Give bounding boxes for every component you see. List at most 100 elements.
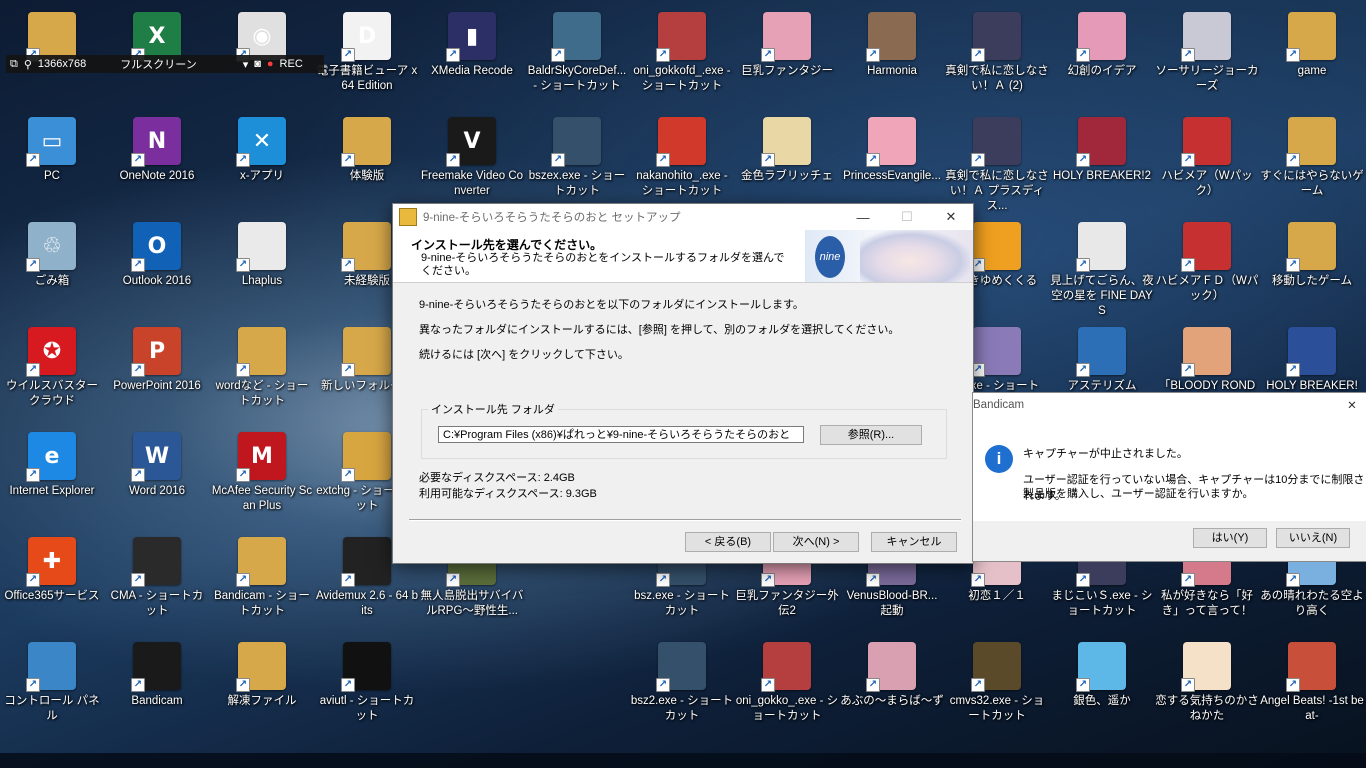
app-icon: ↗	[656, 117, 706, 167]
desktop-icon-label: コントロール パネル	[4, 695, 100, 722]
app-icon: ↗	[1286, 222, 1336, 272]
desktop-icon[interactable]: ↗ HOLY BREAKER!2	[1050, 113, 1154, 213]
desktop-icon[interactable]: ↗ game	[1260, 8, 1364, 108]
shortcut-arrow-icon: ↗	[761, 573, 775, 587]
bandicam-body: i キャプチャーが中止されました。 ユーザー認証を行っていない場合、キャプチャー…	[973, 417, 1366, 521]
shortcut-arrow-icon: ↗	[1181, 48, 1195, 62]
app-icon: ↗	[761, 642, 811, 692]
desktop-icon[interactable]: ↗ 恋する気持ちのかさねかた	[1155, 638, 1259, 738]
desktop-icon[interactable]: ✚ ↗ Office365サービス	[0, 533, 104, 633]
maximize-button[interactable]: ☐	[885, 209, 929, 225]
desktop-icon-label: HOLY BREAKER!2	[1052, 170, 1151, 182]
close-button[interactable]: ✕	[929, 209, 973, 225]
desktop-icon[interactable]: ↗ cmvs32.exe - ショートカット	[945, 638, 1049, 738]
shortcut-arrow-icon: ↗	[551, 48, 565, 62]
app-icon: ↗	[131, 537, 181, 587]
desktop-icon[interactable]: ↗ 体験版	[315, 113, 419, 213]
browse-button[interactable]: 参照(R)...	[820, 425, 922, 445]
record-dot-icon[interactable]: ●	[267, 58, 274, 70]
desktop-icon[interactable]: ↗ Bandicam	[105, 638, 209, 738]
no-button[interactable]: いいえ(N)	[1276, 528, 1350, 548]
desktop-icon[interactable]: ↗ CMA - ショートカット	[105, 533, 209, 633]
desktop-icon[interactable]: O ↗ Outlook 2016	[105, 218, 209, 318]
destination-path-input[interactable]: C:¥Program Files (x86)¥ぱれっと¥9-nine-そらいろそ…	[438, 426, 804, 443]
desktop-icon[interactable]: ↗ 移動したゲーム	[1260, 218, 1364, 318]
shortcut-arrow-icon: ↗	[26, 573, 40, 587]
app-icon: ↗	[1286, 117, 1336, 167]
shortcut-arrow-icon: ↗	[1181, 573, 1195, 587]
desktop-icon[interactable]: ↗ 巨乳ファンタジー	[735, 8, 839, 108]
next-button[interactable]: 次へ(N) >	[773, 532, 859, 552]
desktop-icon-label: bszex.exe - ショートカット	[528, 170, 626, 197]
desktop-icon[interactable]: ↗ ハビメアＦＤ（Wパック）	[1155, 218, 1259, 318]
desktop-icon[interactable]: ↗ あぶの〜まらば〜ず	[840, 638, 944, 738]
desktop-icon[interactable]: ↗ Angel Beats! -1st beat-	[1260, 638, 1364, 738]
desktop-icon-label: nakanohito_.exe - ショートカット	[636, 170, 728, 197]
back-button[interactable]: < 戻る(B)	[685, 532, 771, 552]
shortcut-arrow-icon: ↗	[1286, 573, 1300, 587]
desktop-icon[interactable]: N ↗ OneNote 2016	[105, 113, 209, 213]
desktop-icon[interactable]: ↗ wordなど - ショートカット	[210, 323, 314, 423]
bandicam-message-3: 製品版を購入し、ユーザー認証を行いますか。	[1023, 488, 1254, 500]
desktop-icon[interactable]: ↗ 真剣で私に恋しなさい！Ａ (2)	[945, 8, 1049, 108]
mode-dropdown[interactable]: フルスクリーン	[120, 56, 196, 72]
desktop-icon[interactable]: ↗ Bandicam - ショートカット	[210, 533, 314, 633]
camera-icon[interactable]: ◙	[254, 58, 261, 70]
minimize-button[interactable]: —	[841, 210, 885, 225]
desktop-icon[interactable]: W ↗ Word 2016	[105, 428, 209, 528]
desktop-icon-label: XMedia Recode	[431, 65, 513, 77]
shortcut-arrow-icon: ↗	[971, 678, 985, 692]
desktop-icon[interactable]: D ↗ 電子書籍ビューア x64 Edition	[315, 8, 419, 108]
app-icon: X↗	[131, 12, 181, 62]
desktop-icon[interactable]: ↗ ハビメア（Wパック）	[1155, 113, 1259, 213]
app-icon: ▭ ↗	[26, 117, 76, 167]
desktop-icon-label: Bandicam - ショートカット	[214, 590, 310, 617]
desktop-icon[interactable]: ↗ PrincessEvangile...	[840, 113, 944, 213]
desktop-icon[interactable]: ↗ nakanohito_.exe - ショートカット	[630, 113, 734, 213]
close-icon[interactable]: ✕	[1337, 398, 1366, 412]
desktop-icon[interactable]: ↗ bszex.exe - ショートカット	[525, 113, 629, 213]
desktop-icon[interactable]: ↗ すぐにはやらないゲーム	[1260, 113, 1364, 213]
desktop-icon[interactable]: ↗ Lhaplus	[210, 218, 314, 318]
desktop-icon[interactable]: ↗ 幻創のイデア	[1050, 8, 1154, 108]
app-icon: ↗	[1181, 327, 1231, 377]
desktop-icon[interactable]: ♲ ↗ ごみ箱	[0, 218, 104, 318]
desktop-icon[interactable]: ↗ 解凍ファイル	[210, 638, 314, 738]
desktop-icon[interactable]: ↗ aviutl - ショートカット	[315, 638, 419, 738]
desktop-icon[interactable]: V ↗ Freemake Video Converter	[420, 113, 524, 213]
desktop-icon[interactable]: ↗ ソーサリージョーカーズ	[1155, 8, 1259, 108]
app-icon: ↗	[971, 642, 1021, 692]
desktop-icon[interactable]: ↗ oni_gokkofd_.exe - ショートカット	[630, 8, 734, 108]
desktop-icon[interactable]: ↗ oni_gokko_.exe - ショートカット	[735, 638, 839, 738]
desktop-icon[interactable]: ↗ 金色ラブリッチェ	[735, 113, 839, 213]
cancel-button[interactable]: キャンセル	[871, 532, 957, 552]
rec-button[interactable]: REC	[280, 58, 303, 70]
shortcut-arrow-icon: ↗	[341, 258, 355, 272]
desktop-icon[interactable]: ↗ 真剣で私に恋しなさい！Ａ プラスディス...	[945, 113, 1049, 213]
search-icon[interactable]: ⚲	[24, 58, 32, 71]
desktop-icon[interactable]: ↗ BaldrSkyCoreDef... - ショートカット	[525, 8, 629, 108]
desktop-icon[interactable]: e ↗ Internet Explorer	[0, 428, 104, 528]
yes-button[interactable]: はい(Y)	[1193, 528, 1267, 548]
shortcut-arrow-icon: ↗	[1076, 573, 1090, 587]
desktop-icon[interactable]: ✪ ↗ ウイルスバスター クラウド	[0, 323, 104, 423]
desktop-icon[interactable]: ↗ 見上げてごらん、夜空の星を FINE DAYS	[1050, 218, 1154, 318]
chevron-down-icon[interactable]: ▾	[243, 58, 249, 71]
shortcut-arrow-icon: ↗	[236, 573, 250, 587]
shortcut-arrow-icon: ↗	[971, 48, 985, 62]
window-icon[interactable]: ⧉	[10, 58, 18, 71]
app-icon: ♲ ↗	[26, 222, 76, 272]
desktop-icon[interactable]: ↗ bsz2.exe - ショートカット	[630, 638, 734, 738]
bandicam-titlebar: Bandicam ✕	[973, 393, 1366, 417]
desktop-icon[interactable]: M ↗ McAfee Security Scan Plus	[210, 428, 314, 528]
desktop-icon[interactable]: ↗ コントロール パネル	[0, 638, 104, 738]
desktop-icon[interactable]: ✕ ↗ x-アプリ	[210, 113, 314, 213]
desktop-icon[interactable]: ↗ Harmonia	[840, 8, 944, 108]
desktop-icon[interactable]: P ↗ PowerPoint 2016	[105, 323, 209, 423]
desktop-icon[interactable]: ↗ 銀色、遥か	[1050, 638, 1154, 738]
desktop-icon-label: 恋する気持ちのかさねかた	[1155, 695, 1259, 722]
desktop-icon[interactable]: ▮ ↗ XMedia Recode	[420, 8, 524, 108]
app-icon: ↗	[341, 432, 391, 482]
app-icon: ↗	[971, 117, 1021, 167]
desktop-icon[interactable]: ▭ ↗ PC	[0, 113, 104, 213]
